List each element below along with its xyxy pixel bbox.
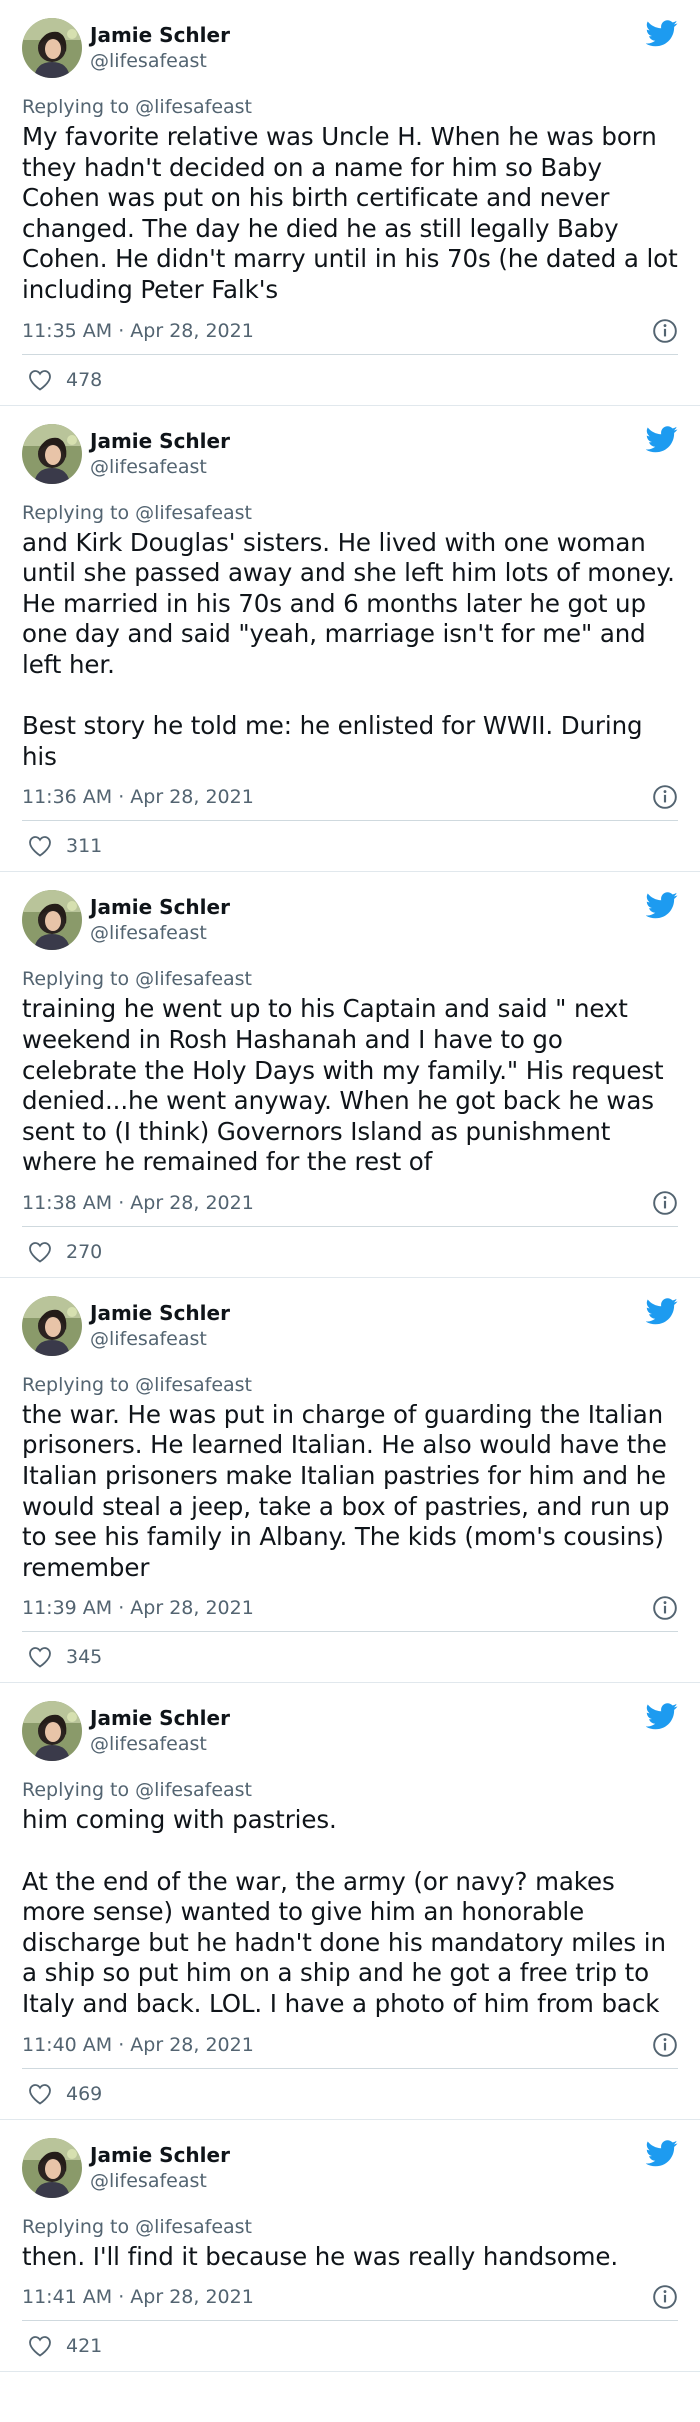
tweet-header: Jamie Schler @lifesafeast [22, 890, 678, 951]
tweet-text: training he went up to his Captain and s… [22, 994, 664, 1177]
tweet-text: him coming with pastries. At the end of … [22, 1805, 666, 2018]
info-icon[interactable] [652, 2284, 678, 2310]
tweet-text: then. I'll find it because he was really… [22, 2241, 619, 2271]
handle[interactable]: @lifesafeast [90, 454, 230, 480]
replying-to[interactable]: Replying to @lifesafeast [22, 2214, 678, 2240]
heart-icon[interactable] [28, 835, 52, 857]
tweet-meta: 11:40 AM · Apr 28, 2021 [22, 2028, 678, 2069]
tweet-meta: 11:36 AM · Apr 28, 2021 [22, 780, 678, 822]
tweet-card[interactable]: Jamie Schler @lifesafeast Replying to @l… [0, 0, 700, 406]
tweet-actions: 270 [22, 1227, 678, 1277]
replying-to[interactable]: Replying to @lifesafeast [22, 1372, 678, 1398]
display-name[interactable]: Jamie Schler [90, 894, 230, 920]
tweet-header: Jamie Schler @lifesafeast [22, 2137, 678, 2198]
timestamp[interactable]: 11:41 AM · Apr 28, 2021 [22, 2286, 254, 2308]
tweet-card[interactable]: Jamie Schler @lifesafeast Replying to @l… [0, 406, 700, 873]
handle[interactable]: @lifesafeast [90, 1326, 230, 1352]
timestamp[interactable]: 11:36 AM · Apr 28, 2021 [22, 786, 254, 808]
like-count[interactable]: 270 [66, 1241, 102, 1263]
tweet-meta: 11:41 AM · Apr 28, 2021 [22, 2280, 678, 2322]
author-names: Jamie Schler @lifesafeast [90, 1300, 230, 1352]
replying-to[interactable]: Replying to @lifesafeast [22, 94, 678, 120]
replying-to[interactable]: Replying to @lifesafeast [22, 500, 678, 526]
twitter-bird-icon[interactable] [645, 1703, 678, 1730]
display-name[interactable]: Jamie Schler [90, 22, 230, 48]
avatar[interactable] [22, 2137, 82, 2198]
twitter-bird-icon[interactable] [645, 425, 678, 453]
avatar[interactable] [22, 18, 82, 78]
tweet-text: the war. He was put in charge of guardin… [22, 1399, 670, 1582]
avatar[interactable] [22, 1295, 82, 1356]
author-names: Jamie Schler @lifesafeast [90, 2142, 230, 2194]
author-names: Jamie Schler @lifesafeast [90, 1705, 230, 1757]
like-count[interactable]: 345 [66, 1646, 102, 1668]
handle[interactable]: @lifesafeast [90, 2168, 230, 2194]
tweet-meta: 11:35 AM · Apr 28, 2021 [22, 314, 678, 355]
heart-icon[interactable] [28, 1241, 52, 1263]
display-name[interactable]: Jamie Schler [90, 428, 230, 454]
tweet-actions: 311 [22, 821, 678, 871]
like-count[interactable]: 478 [66, 369, 102, 391]
tweet-header: Jamie Schler @lifesafeast [22, 1701, 678, 1762]
twitter-bird-icon[interactable] [645, 2139, 678, 2167]
heart-icon[interactable] [28, 2335, 52, 2357]
replying-to[interactable]: Replying to @lifesafeast [22, 1777, 678, 1803]
tweet-header: Jamie Schler @lifesafeast [22, 423, 678, 484]
timestamp[interactable]: 11:38 AM · Apr 28, 2021 [22, 1192, 254, 1214]
handle[interactable]: @lifesafeast [90, 1731, 230, 1757]
timestamp[interactable]: 11:35 AM · Apr 28, 2021 [22, 320, 254, 342]
tweet-header: Jamie Schler @lifesafeast [22, 18, 678, 78]
timestamp[interactable]: 11:40 AM · Apr 28, 2021 [22, 2034, 254, 2056]
tweet-card[interactable]: Jamie Schler @lifesafeast Replying to @l… [0, 872, 700, 1278]
tweet-actions: 478 [22, 355, 678, 405]
info-icon[interactable] [652, 784, 678, 810]
twitter-bird-icon[interactable] [645, 1298, 678, 1325]
tweet-actions: 469 [22, 2069, 678, 2119]
timestamp[interactable]: 11:39 AM · Apr 28, 2021 [22, 1597, 254, 1619]
info-icon[interactable] [652, 318, 678, 344]
info-icon[interactable] [652, 2032, 678, 2058]
display-name[interactable]: Jamie Schler [90, 2142, 230, 2168]
tweet-thread: Jamie Schler @lifesafeast Replying to @l… [0, 0, 700, 2373]
info-icon[interactable] [652, 1595, 678, 1621]
tweet-meta: 11:39 AM · Apr 28, 2021 [22, 1591, 678, 1633]
author-names: Jamie Schler @lifesafeast [90, 22, 230, 74]
avatar[interactable] [22, 1701, 82, 1762]
handle[interactable]: @lifesafeast [90, 920, 230, 946]
tweet-text: and Kirk Douglas' sisters. He lived with… [22, 527, 675, 771]
twitter-bird-icon[interactable] [645, 20, 678, 47]
author-names: Jamie Schler @lifesafeast [90, 894, 230, 946]
like-count[interactable]: 311 [66, 835, 102, 857]
tweet-text: My favorite relative was Uncle H. When h… [22, 122, 678, 304]
like-count[interactable]: 469 [66, 2083, 102, 2105]
like-count[interactable]: 421 [66, 2335, 102, 2357]
tweet-card[interactable]: Jamie Schler @lifesafeast Replying to @l… [0, 1683, 700, 2120]
tweet-header: Jamie Schler @lifesafeast [22, 1295, 678, 1356]
handle[interactable]: @lifesafeast [90, 48, 230, 74]
display-name[interactable]: Jamie Schler [90, 1300, 230, 1326]
heart-icon[interactable] [28, 2083, 52, 2105]
avatar[interactable] [22, 423, 82, 484]
twitter-bird-icon[interactable] [645, 892, 678, 919]
tweet-meta: 11:38 AM · Apr 28, 2021 [22, 1186, 678, 1227]
tweet-actions: 345 [22, 1632, 678, 1682]
info-icon[interactable] [652, 1190, 678, 1216]
replying-to[interactable]: Replying to @lifesafeast [22, 966, 678, 992]
avatar[interactable] [22, 890, 82, 951]
heart-icon[interactable] [28, 369, 52, 391]
tweet-card[interactable]: Jamie Schler @lifesafeast Replying to @l… [0, 1278, 700, 1684]
display-name[interactable]: Jamie Schler [90, 1705, 230, 1731]
heart-icon[interactable] [28, 1646, 52, 1669]
tweet-actions: 421 [22, 2321, 678, 2371]
tweet-card[interactable]: Jamie Schler @lifesafeast Replying to @l… [0, 2120, 700, 2373]
author-names: Jamie Schler @lifesafeast [90, 428, 230, 480]
